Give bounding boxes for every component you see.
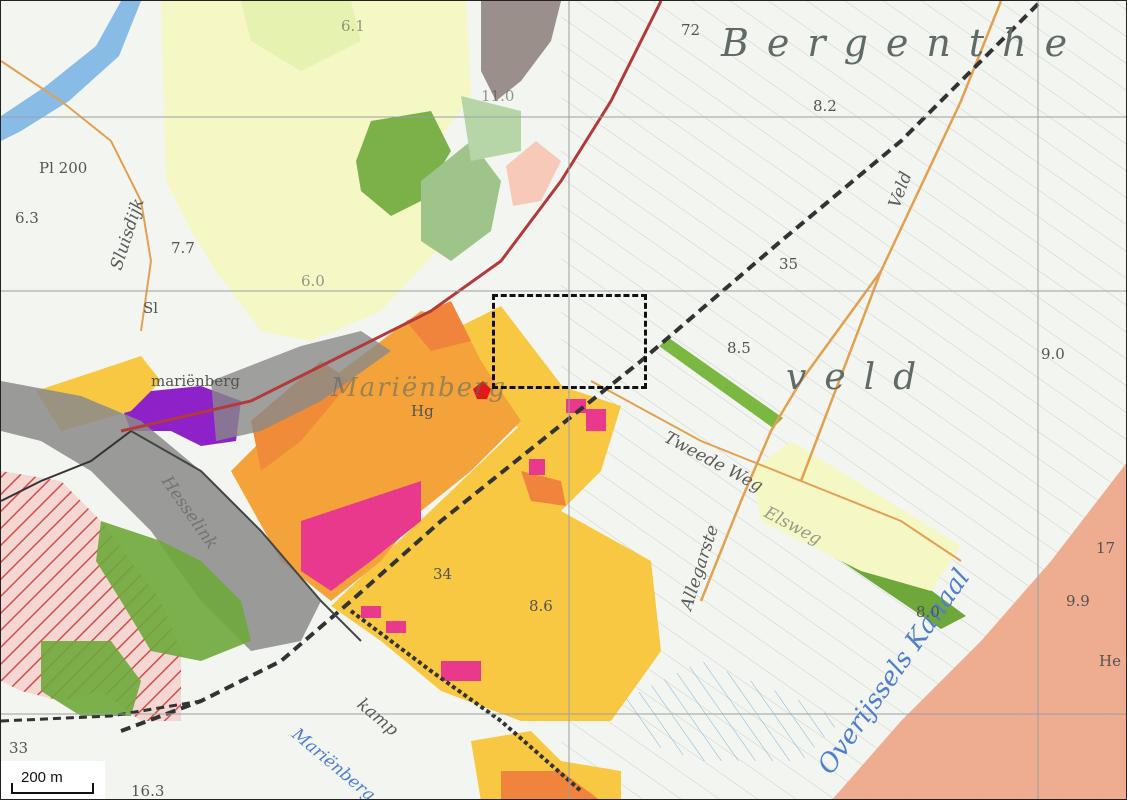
label-marienberg-town: Mariënberg	[330, 373, 507, 403]
label-pl200: Pl 200	[39, 159, 87, 177]
spot-height-8: 6.1	[341, 17, 365, 35]
scale-bar-label: 200 m	[21, 769, 63, 786]
spot-height-3: 8.5	[727, 339, 751, 357]
scale-bar-line	[11, 792, 94, 794]
commercial-block-5	[386, 621, 406, 633]
commercial-block-4	[361, 606, 381, 618]
spot-height-2: 35	[779, 255, 798, 273]
map-frame[interactable]: Bergenthe veld Mariënberg Hg mariënberg …	[0, 0, 1127, 800]
commercial-block-6	[441, 661, 481, 681]
commercial-block-3	[529, 459, 545, 475]
spot-height-4: 9.0	[1041, 345, 1065, 363]
label-sl: Sl	[143, 299, 158, 317]
spot-height-16: 16.3	[131, 782, 164, 800]
scale-bar: 200 m	[1, 761, 105, 799]
commercial-block-2	[586, 409, 606, 431]
spot-height-15: 33	[9, 739, 28, 757]
scale-bar-tick-right	[92, 783, 94, 794]
spot-height-14: 17	[1096, 539, 1115, 557]
spot-height-10: 34	[433, 565, 452, 583]
label-bergenthe: Bergenthe	[720, 21, 1085, 65]
spot-height-7: 6.0	[301, 272, 325, 290]
label-veld: veld	[786, 357, 934, 398]
spot-height-5: 6.3	[15, 209, 39, 227]
scale-bar-tick-left	[11, 783, 13, 794]
spot-height-6: 7.7	[171, 239, 195, 257]
spot-height-12: 8.0	[916, 603, 940, 621]
spot-height-1: 8.2	[813, 97, 837, 115]
label-marienberg-small: mariënberg	[151, 372, 240, 390]
area-of-interest-marker	[492, 294, 647, 389]
label-hg: Hg	[411, 402, 434, 420]
spot-height-11: 8.6	[529, 597, 553, 615]
map-canvas[interactable]: Bergenthe veld Mariënberg Hg mariënberg …	[1, 1, 1127, 800]
spot-height-9: 11.0	[481, 87, 514, 105]
label-he: He	[1099, 652, 1121, 670]
spot-height-13: 9.9	[1066, 592, 1090, 610]
spot-height-17: 72	[681, 21, 700, 39]
